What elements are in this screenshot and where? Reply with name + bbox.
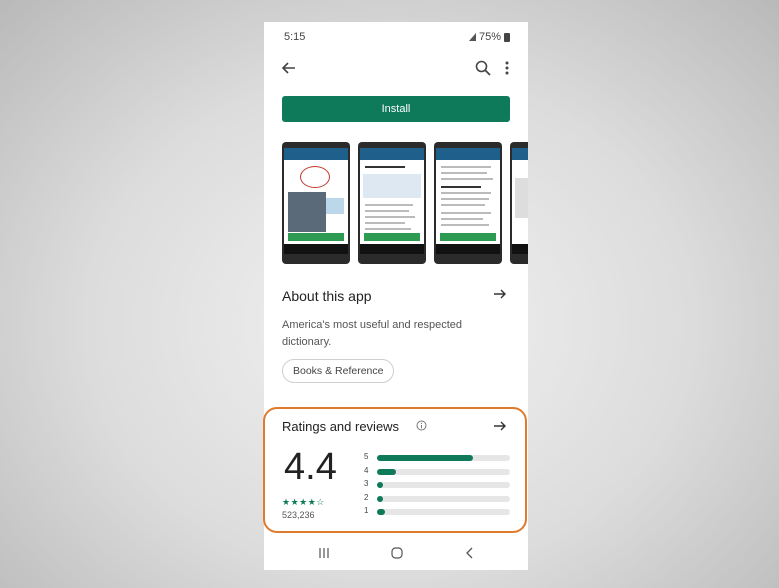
search-icon[interactable] [474, 59, 492, 77]
install-button[interactable]: Install [282, 96, 510, 122]
arrow-right-icon[interactable] [492, 286, 508, 302]
system-nav-bar [264, 542, 528, 570]
about-title[interactable]: About this app [282, 288, 372, 304]
battery-icon [504, 32, 510, 42]
recent-apps-icon[interactable] [317, 546, 331, 560]
app-screenshot[interactable] [510, 142, 528, 264]
home-icon[interactable] [390, 546, 404, 560]
app-bar [264, 58, 528, 82]
status-time: 5:15 [284, 31, 306, 43]
signal-icon [468, 33, 476, 41]
more-vert-icon[interactable] [502, 59, 512, 77]
status-indicators: 75% [468, 31, 510, 43]
app-screenshot[interactable] [282, 142, 350, 264]
app-screenshot[interactable] [358, 142, 426, 264]
battery-percent: 75% [478, 31, 501, 43]
screenshot-carousel[interactable] [282, 142, 528, 264]
ratings-highlight-outline [263, 407, 527, 533]
back-arrow-icon[interactable] [280, 59, 298, 77]
nav-back-icon[interactable] [463, 546, 477, 560]
category-chip[interactable]: Books & Reference [282, 359, 395, 383]
about-description: America's most useful and respected dict… [282, 319, 463, 348]
app-screenshot[interactable] [434, 142, 502, 264]
status-bar: 5:15 75% [264, 22, 528, 48]
